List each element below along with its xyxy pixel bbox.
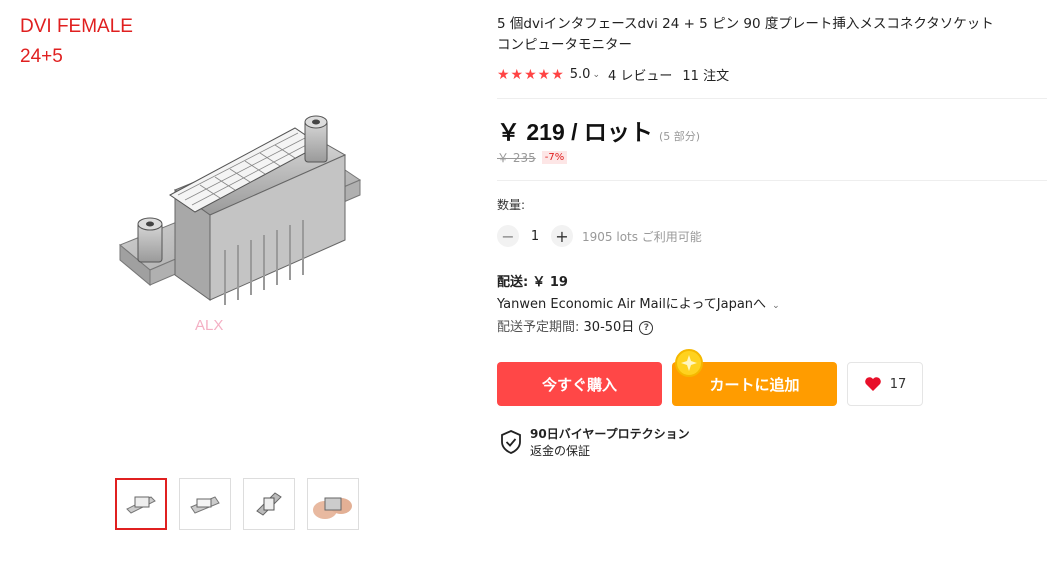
shield-check-icon bbox=[501, 430, 521, 454]
minus-icon[interactable]: − bbox=[497, 225, 519, 247]
quantity-label: 数量: bbox=[497, 198, 526, 212]
shipping-info: 配送: ￥ 19 Yanwen Economic Air MailによってJap… bbox=[497, 272, 780, 339]
main-product-image[interactable]: ALX bbox=[100, 100, 370, 350]
product-info: 5 個dviインタフェースdvi 24 + 5 ピン 90 度プレート挿入メスコ… bbox=[497, 14, 1047, 84]
coin-icon bbox=[675, 349, 703, 377]
pieces-per-lot: (5 部分) bbox=[658, 130, 701, 143]
shipping-fee-value: ￥ 19 bbox=[532, 275, 568, 290]
shipping-fee: 配送: ￥ 19 bbox=[497, 272, 780, 294]
old-price: ￥ 235 bbox=[497, 151, 536, 165]
thumbnail-strip bbox=[115, 478, 359, 530]
divider bbox=[497, 98, 1047, 99]
question-icon[interactable]: ? bbox=[639, 321, 654, 335]
delivery-value: 30-50日 bbox=[583, 320, 635, 335]
thumbnail-3[interactable] bbox=[243, 478, 295, 530]
quantity-stepper: − 1 + 1905 lots ご利用可能 bbox=[497, 225, 702, 247]
old-price-row: ￥ 235 -7% bbox=[497, 149, 568, 166]
overlay-line-1: DVI FEMALE bbox=[20, 16, 133, 37]
image-overlay-text: DVI FEMALE 24+5 bbox=[20, 12, 133, 72]
plus-icon[interactable]: + bbox=[551, 225, 573, 247]
discount-badge: -7% bbox=[541, 151, 568, 164]
divider bbox=[497, 180, 1047, 181]
price-row: ￥ 219 / ロット (5 部分) bbox=[497, 113, 700, 147]
overlay-line-2: 24+5 bbox=[20, 46, 63, 67]
buyer-protection: 90日バイヤープロテクション 返金の保証 bbox=[500, 425, 690, 459]
shipping-fee-label: 配送: bbox=[497, 275, 529, 290]
buy-now-button[interactable]: 今すぐ購入 bbox=[497, 362, 662, 406]
delivery-estimate: 配送予定期間: 30-50日 ? bbox=[497, 317, 780, 339]
rating-row: ★★★★★ 5.0 ⌄ 4 レビュー 11 注文 bbox=[497, 65, 1047, 85]
chevron-down-icon[interactable]: ⌄ bbox=[772, 301, 780, 311]
wishlist-button[interactable]: 17 bbox=[847, 362, 923, 406]
thumbnail-2[interactable] bbox=[179, 478, 231, 530]
delivery-label: 配送予定期間: bbox=[497, 320, 580, 335]
shipping-method-text: Yanwen Economic Air MailによってJapanへ bbox=[497, 297, 767, 312]
rating-value[interactable]: 5.0 bbox=[570, 67, 591, 82]
watermark-text: ALX bbox=[195, 317, 223, 334]
heart-icon bbox=[864, 377, 881, 391]
thumbnail-image bbox=[313, 497, 352, 519]
protection-title: 90日バイヤープロテクション bbox=[530, 427, 690, 441]
reviews-link[interactable]: 4 レビュー bbox=[608, 65, 672, 84]
orders-count: 11 注文 bbox=[682, 69, 730, 84]
thumbnail-image bbox=[126, 496, 156, 514]
product-title: 5 個dviインタフェースdvi 24 + 5 ピン 90 度プレート挿入メスコ… bbox=[497, 16, 994, 53]
thumbnail-4[interactable] bbox=[307, 478, 359, 530]
thumbnail-1[interactable] bbox=[115, 478, 167, 530]
available-stock: 1905 lots ご利用可能 bbox=[582, 229, 702, 244]
current-price: ￥ 219 / ロット bbox=[497, 119, 653, 145]
quantity-input[interactable]: 1 bbox=[519, 229, 551, 244]
chevron-down-icon[interactable]: ⌄ bbox=[592, 70, 600, 80]
wishlist-count: 17 bbox=[889, 376, 907, 392]
thumbnail-image bbox=[256, 492, 282, 516]
shipping-method[interactable]: Yanwen Economic Air MailによってJapanへ ⌄ bbox=[497, 294, 780, 317]
thumbnail-image bbox=[190, 496, 220, 514]
protection-subtitle: 返金の保証 bbox=[530, 444, 591, 458]
star-rating: ★★★★★ bbox=[497, 66, 565, 83]
